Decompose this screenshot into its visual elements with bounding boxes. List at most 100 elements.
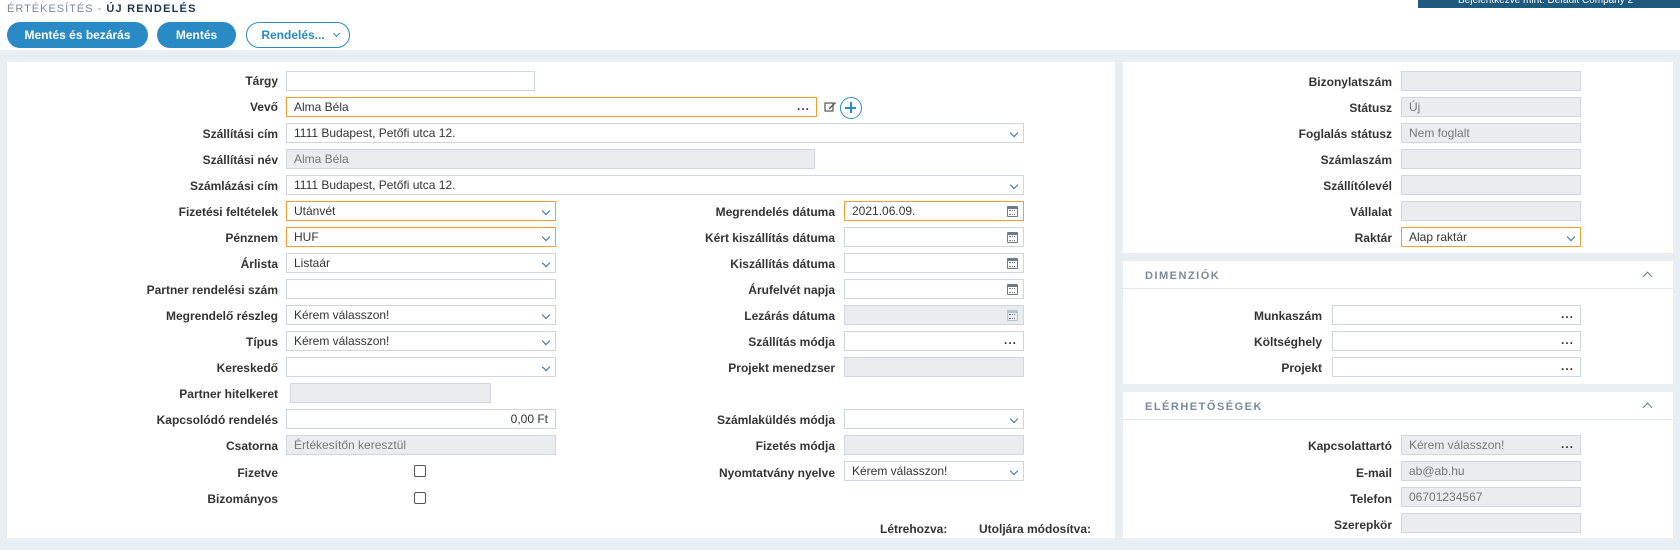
more-dots-icon[interactable]: ... (1004, 333, 1017, 347)
szallitas-modja-input[interactable]: ... (844, 331, 1024, 351)
chevron-up-icon[interactable] (1642, 271, 1653, 282)
kapcsolattarto-label: Kapcsolattartó (1307, 439, 1392, 453)
kiszallitas-datuma-label: Kiszállítás dátuma (730, 257, 835, 271)
megrendelo-reszleg-value: Kérem válasszon! (294, 308, 390, 322)
order-menu-button[interactable]: Rendelés... (246, 22, 350, 48)
munkaszam-label: Munkaszám (1253, 309, 1322, 323)
vevo-value: Alma Béla (294, 100, 349, 114)
fizetesi-feltetelek-label: Fizetési feltételek (178, 205, 278, 219)
more-dots-icon[interactable]: ... (1561, 333, 1574, 347)
penznem-label: Pénznem (225, 231, 278, 245)
dimenziok-title: DIMENZIÓK (1145, 270, 1221, 282)
arlista-label: Árlista (240, 257, 278, 271)
telefon-field: 06701234567 (1401, 487, 1581, 507)
chevron-down-icon (541, 362, 551, 372)
kapcsolodo-rendeles-label: Kapcsolódó rendelés (156, 413, 278, 427)
calendar-icon[interactable] (1007, 232, 1018, 243)
partner-rendelesi-szam-label: Partner rendelési szám (146, 283, 278, 297)
elerhetosegek-header[interactable]: ELÉRHETŐSÉGEK (1123, 392, 1673, 420)
partner-rendelesi-szam-input[interactable] (286, 279, 556, 299)
megrendeles-datuma-label: Megrendelés dátuma (715, 205, 835, 219)
chevron-down-icon (1009, 466, 1019, 476)
save-and-close-button[interactable]: Mentés és bezárás (7, 22, 148, 48)
fizetve-checkbox[interactable] (414, 465, 426, 477)
chevron-up-icon[interactable] (1642, 402, 1653, 413)
calendar-icon[interactable] (1007, 206, 1018, 217)
tipus-label: Típus (246, 335, 278, 349)
raktar-value: Alap raktár (1409, 230, 1468, 244)
chevron-down-icon (541, 310, 551, 320)
projekt-input[interactable]: ... (1332, 357, 1581, 377)
szamlazasi-cim-label: Számlázási cím (189, 179, 278, 193)
koltseghely-input[interactable]: ... (1332, 331, 1581, 351)
kapcsolodo-rendeles-input[interactable]: 0,00 Ft (286, 409, 556, 429)
vevo-input[interactable]: Alma Béla ... (286, 97, 817, 117)
arufelvet-napja-label: Árufelvét napja (748, 283, 835, 297)
fizetesi-feltetelek-select[interactable]: Utánvét (286, 201, 556, 221)
megrendelo-reszleg-label: Megrendelő részleg (165, 309, 278, 323)
more-dots-icon[interactable]: ... (1561, 307, 1574, 321)
more-dots-icon[interactable]: ... (1561, 359, 1574, 373)
more-dots-icon[interactable]: ... (1561, 437, 1574, 451)
tipus-select[interactable]: Kérem válasszon! (286, 331, 556, 351)
elerhetosegek-title: ELÉRHETŐSÉGEK (1145, 401, 1263, 413)
kiszallitas-datuma-input[interactable] (844, 253, 1024, 273)
munkaszam-input[interactable]: ... (1332, 305, 1581, 325)
save-button[interactable]: Mentés (157, 22, 236, 48)
csatorna-input: Értékesítőn keresztül (286, 435, 556, 455)
kapcsolattarto-value: Kérem válasszon! (1409, 438, 1505, 452)
szallitasi-cim-select[interactable]: 1111 Budapest, Petőfi utca 12. (286, 123, 1024, 143)
csatorna-label: Csatorna (225, 439, 278, 453)
more-dots-icon[interactable]: ... (797, 99, 810, 113)
szallitolevel-label: Szállítólevél (1323, 179, 1392, 193)
chevron-down-icon (332, 29, 341, 38)
breadcrumb-section[interactable]: ÉRTÉKESÍTÉS - (7, 3, 102, 15)
telefon-label: Telefon (1350, 492, 1392, 506)
bizonylatszam-label: Bizonylatszám (1308, 75, 1392, 89)
szallitasi-cim-value: 1111 Budapest, Petőfi utca 12. (294, 126, 456, 140)
kert-kiszallitas-datuma-input[interactable] (844, 227, 1024, 247)
megrendeles-datuma-value: 2021.06.09. (852, 204, 916, 218)
bizomanyos-label: Bizományos (207, 492, 278, 506)
arlista-value: Listaár (294, 256, 331, 270)
penznem-select[interactable]: HUF (286, 227, 556, 247)
szallitolevel-input (1401, 175, 1581, 195)
add-customer-icon[interactable] (840, 97, 862, 119)
projekt-label: Projekt (1281, 361, 1322, 375)
fizetes-modja-input (844, 435, 1024, 455)
nyomtatvany-nyelve-select[interactable]: Kérem válasszon! (844, 461, 1024, 481)
koltseghely-label: Költséghely (1253, 335, 1322, 349)
calendar-icon (1007, 310, 1018, 321)
arlista-select[interactable]: Listaár (286, 253, 556, 273)
calendar-icon[interactable] (1007, 284, 1018, 295)
chevron-down-icon (541, 206, 551, 216)
edit-icon[interactable] (824, 100, 837, 113)
page-title: ÚJ RENDELÉS (106, 3, 197, 15)
order-menu-label: Rendelés... (261, 28, 325, 42)
raktar-select[interactable]: Alap raktár (1401, 227, 1581, 247)
szerepkor-label: Szerepkör (1333, 518, 1392, 532)
megrendelo-reszleg-select[interactable]: Kérem válasszon! (286, 305, 556, 325)
kereskedo-select[interactable] (286, 357, 556, 377)
chevron-down-icon (541, 336, 551, 346)
kapcsolattarto-input[interactable]: Kérem válasszon! ... (1401, 435, 1581, 455)
foglalas-statusz-label: Foglalás státusz (1298, 127, 1392, 141)
lezaras-datuma-input (844, 305, 1024, 325)
calendar-icon[interactable] (1007, 258, 1018, 269)
szallitasi-nev-label: Szállítási név (202, 153, 278, 167)
arufelvet-napja-input[interactable] (844, 279, 1024, 299)
nyomtatvany-nyelve-label: Nyomtatvány nyelve (718, 466, 835, 480)
bizomanyos-checkbox[interactable] (414, 492, 426, 504)
fizetve-label: Fizetve (237, 466, 278, 480)
szamlakuldes-modja-select[interactable] (844, 409, 1024, 429)
szamlazasi-cim-select[interactable]: 1111 Budapest, Petőfi utca 12. (286, 175, 1024, 195)
megrendeles-datuma-input[interactable]: 2021.06.09. (844, 201, 1024, 221)
dimenziok-header[interactable]: DIMENZIÓK (1123, 261, 1673, 289)
tipus-value: Kérem válasszon! (294, 334, 390, 348)
fizetesi-feltetelek-value: Utánvét (294, 204, 336, 218)
chevron-down-icon (541, 232, 551, 242)
chevron-down-icon (1009, 128, 1019, 138)
targy-input[interactable] (286, 71, 535, 91)
projekt-menedzser-input (844, 357, 1024, 377)
szallitasi-nev-input: Alma Béla (286, 149, 815, 169)
